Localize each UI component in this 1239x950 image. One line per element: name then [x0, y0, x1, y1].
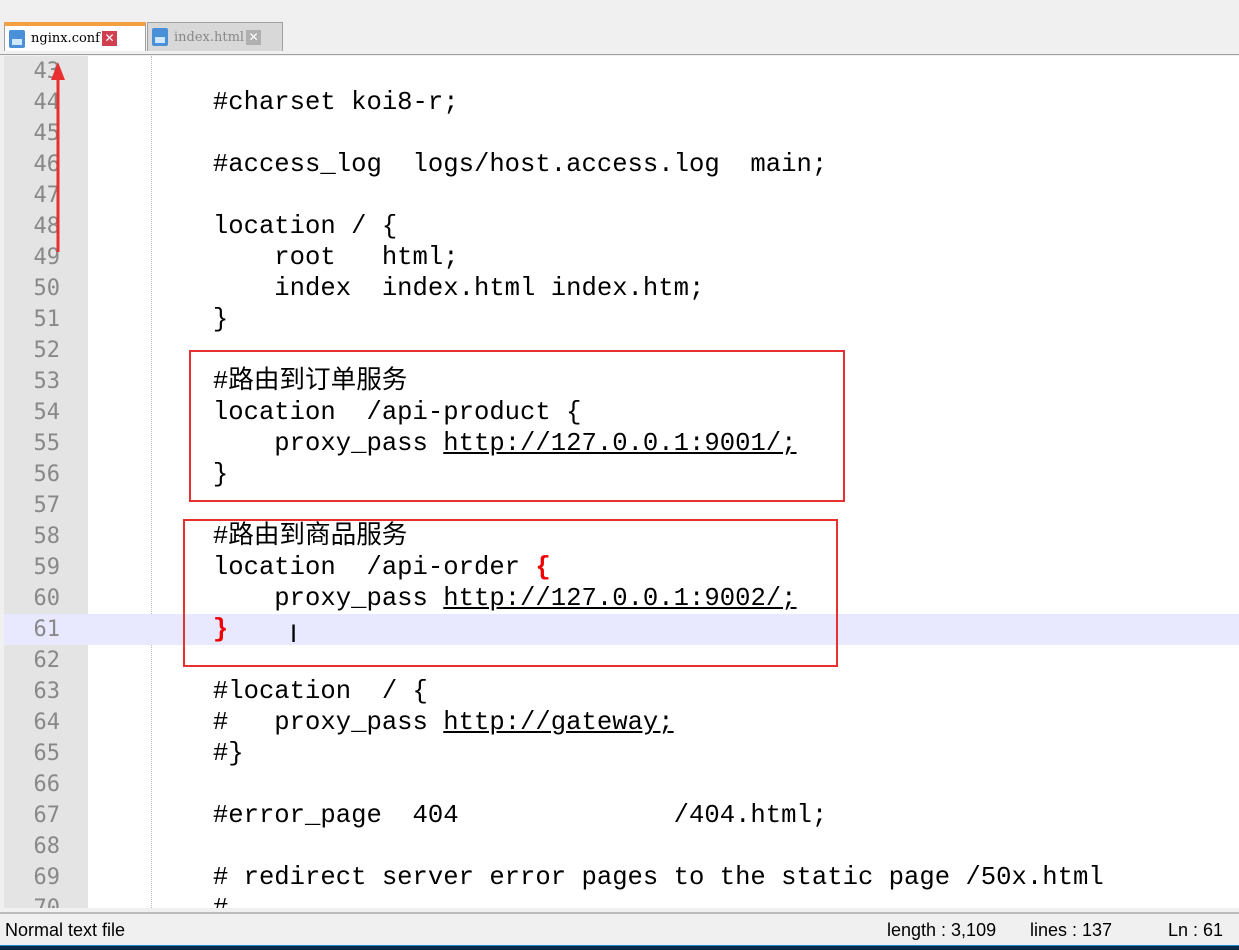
code-line[interactable]: 49 root html;: [4, 242, 1239, 273]
code-line[interactable]: 44 #charset koi8-r;: [4, 87, 1239, 118]
code-segment: }: [90, 305, 229, 334]
tab-label: nginx.conf: [31, 31, 100, 46]
file-type: Normal text file: [5, 920, 126, 940]
tab-index-html[interactable]: index.html ✕: [147, 22, 283, 51]
code-text: # proxy_pass http://gateway;: [90, 707, 674, 738]
line-number: 52: [33, 338, 61, 363]
code-text: root html;: [90, 242, 459, 273]
code-line[interactable]: 64 # proxy_pass http://gateway;: [4, 707, 1239, 738]
code-text: #}: [90, 738, 244, 769]
code-text: #location / {: [90, 676, 428, 707]
code-line[interactable]: 69 # redirect server error pages to the …: [4, 862, 1239, 893]
code-line[interactable]: 67 #error_page 404 /404.html;: [4, 800, 1239, 831]
line-number: 63: [33, 679, 61, 704]
toolbar: [0, 0, 1239, 18]
line-number: 62: [33, 648, 61, 673]
line-number: 69: [33, 865, 61, 890]
code-segment: #charset koi8-r;: [90, 88, 459, 117]
close-tab-icon[interactable]: ✕: [101, 31, 117, 46]
line-number: 51: [33, 307, 61, 332]
code-line[interactable]: 66: [4, 769, 1239, 800]
code-line[interactable]: 70 #: [4, 893, 1239, 908]
code-segment: #}: [90, 739, 244, 768]
line-count: lines : 137: [1030, 920, 1113, 940]
line-number: 59: [33, 555, 61, 580]
save-state-icon: [152, 28, 168, 46]
line-number: 53: [33, 369, 61, 394]
line-number: 64: [33, 710, 61, 735]
code-segment: #error_page 404 /404.html;: [90, 801, 828, 830]
line-number: 55: [33, 431, 61, 456]
cursor-line: Ln : 61: [1168, 920, 1224, 940]
text-editor[interactable]: 43 44 #charset koi8-r; 45 46 #access_log lo…: [4, 56, 1239, 908]
save-state-icon: [9, 29, 25, 48]
code-text: # redirect server error pages to the sta…: [90, 862, 1104, 893]
code-text: #error_page 404 /404.html;: [90, 800, 827, 831]
taskbar: [0, 945, 1239, 950]
line-number: 61: [33, 617, 61, 642]
code-text: #: [90, 893, 228, 908]
line-number: 68: [33, 834, 61, 859]
code-segment: #location / {: [90, 677, 428, 706]
code-segment: #: [90, 894, 228, 908]
code-line[interactable]: 46 #access_log logs/host.access.log main…: [4, 149, 1239, 180]
code-text: }: [90, 304, 228, 335]
line-number: 56: [33, 462, 61, 487]
code-line[interactable]: 51 }: [4, 304, 1239, 335]
line-number: 60: [33, 586, 61, 611]
code-segment: # proxy_pass: [90, 708, 444, 737]
url-link[interactable]: http://gateway;: [443, 708, 673, 737]
code-line[interactable]: 68: [4, 831, 1239, 862]
code-segment: location / {: [90, 212, 398, 241]
line-number: 54: [33, 400, 61, 425]
code-line[interactable]: 47: [4, 180, 1239, 211]
code-text: #charset koi8-r;: [90, 87, 459, 118]
code-segment: # redirect server error pages to the sta…: [90, 863, 1104, 892]
code-line[interactable]: 43: [4, 56, 1239, 87]
line-number: 57: [33, 493, 61, 518]
code-segment: #access_log logs/host.access.log main;: [90, 150, 828, 179]
line-number: 66: [33, 772, 61, 797]
line-number: 65: [33, 741, 61, 766]
code-text: #access_log logs/host.access.log main;: [90, 149, 827, 180]
code-line[interactable]: 48 location / {: [4, 211, 1239, 242]
code-text: location / {: [90, 211, 397, 242]
length: length : 3,109: [887, 920, 997, 940]
line-number: 67: [33, 803, 61, 828]
tab-label: index.html: [174, 29, 245, 45]
code-segment: root html;: [90, 243, 459, 272]
annotation-box-order: [183, 519, 838, 667]
code-segment: index index.html index.htm;: [90, 274, 705, 303]
line-number: 70: [4, 893, 61, 908]
tab-nginx-conf[interactable]: nginx.conf ✕: [4, 22, 146, 51]
text-cursor-icon: I: [290, 620, 298, 648]
status-bar: Normal text file length : 3,109 lines : …: [0, 912, 1239, 947]
close-tab-icon[interactable]: ✕: [246, 29, 262, 45]
red-arrow-annotation: [51, 62, 65, 252]
code-line[interactable]: 63 #location / {: [4, 676, 1239, 707]
annotation-box-product: [189, 350, 845, 502]
code-line[interactable]: 65 #}: [4, 738, 1239, 769]
code-line[interactable]: 45: [4, 118, 1239, 149]
line-number: 58: [33, 524, 61, 549]
code-text: index index.html index.htm;: [90, 273, 704, 304]
line-number: 50: [33, 276, 61, 301]
code-line[interactable]: 50 index index.html index.htm;: [4, 273, 1239, 304]
tab-bar: nginx.conf ✕ index.html ✕: [0, 18, 1239, 55]
